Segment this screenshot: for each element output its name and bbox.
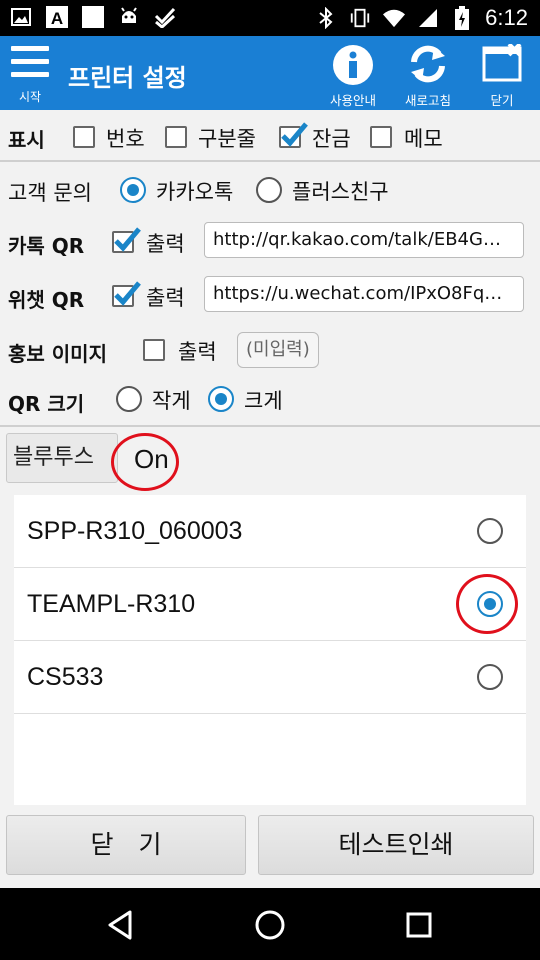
navigation-bar [0,888,540,960]
home-icon[interactable] [253,908,287,942]
list-item[interactable]: CS533 [14,641,526,714]
checkmark-icon [114,227,141,252]
divider [0,160,540,162]
qr-size-large-label: 크게 [244,389,283,413]
number-option-label: 번호 [106,127,145,151]
svg-text:A: A [51,9,63,28]
number-checkbox[interactable] [73,126,95,148]
bluetooth-icon [315,7,337,29]
balance-checkbox[interactable] [279,122,308,148]
square-icon [82,6,104,28]
wechat-qr-label: 위챗 QR [8,288,85,312]
checkmark-icon [281,122,308,147]
wechat-qr-print-label: 출력 [146,286,185,310]
qr-size-small-label: 작게 [152,389,191,413]
promo-image-label: 홍보 이미지 [8,342,107,366]
help-button[interactable]: 사용안내 [321,42,385,108]
device-list: SPP-R310_060003 TEAMPL-R310 CS533 [14,495,526,805]
list-item[interactable]: TEAMPL-R310 [14,568,526,641]
close-button[interactable]: 닫 기 [6,815,246,875]
highlight-circle [111,433,179,491]
promo-image-print-label: 출력 [178,340,217,364]
memo-checkbox[interactable] [370,126,392,148]
qr-size-small-radio[interactable] [116,386,142,412]
kakao-qr-print-label: 출력 [146,232,185,256]
signal-icon [417,7,439,29]
kakaotalk-radio[interactable] [120,177,146,203]
check-app-icon [154,6,176,28]
divider-line-option-label: 구분줄 [198,127,256,151]
wechat-qr-print-checkbox[interactable] [112,281,141,307]
kakao-qr-label: 카톡 QR [8,234,85,258]
info-icon [333,45,373,85]
menu-button[interactable]: 시작 [8,44,52,106]
device-name: TEAMPL-R310 [27,590,196,618]
image-icon [10,6,32,28]
kakao-qr-print-checkbox[interactable] [112,227,141,253]
list-item[interactable]: SPP-R310_060003 [14,495,526,568]
highlight-circle [456,574,518,634]
clock: 6:12 [485,5,528,30]
menu-label: 시작 [18,90,42,104]
promo-image-print-checkbox[interactable] [143,339,165,361]
qr-size-row: QR 크기 작게 크게 [0,376,540,426]
promo-image-select-button[interactable]: (미입력) [237,332,319,368]
memo-option-label: 메모 [404,127,443,151]
display-options-row: 표시 번호 구분줄 잔금 메모 [0,110,540,160]
battery-charging-icon [451,6,473,30]
device-name: CS533 [27,663,104,691]
back-icon[interactable] [104,908,138,942]
app-bar: 시작 프린터 설정 사용안내 새로고침 닫기 [0,36,540,110]
device-name: SPP-R310_060003 [27,517,243,545]
menu-icon [11,46,49,80]
refresh-icon [411,45,445,83]
a-icon: A [46,6,68,28]
promo-image-row: 홍보 이미지 출력 (미입력) [0,322,540,376]
device-radio[interactable] [477,518,503,544]
balance-option-label: 잔금 [312,127,351,151]
android-icon [118,6,140,28]
wechat-qr-url-field[interactable]: https://u.wechat.com/IPxO8Fq… [204,276,524,312]
divider [0,425,540,427]
qr-size-large-radio[interactable] [208,386,234,412]
plusfriend-option-label: 플러스친구 [292,180,389,204]
kakaotalk-option-label: 카카오톡 [156,180,234,204]
contact-row: 고객 문의 카카오톡 플러스친구 [0,164,540,214]
help-label: 사용안내 [329,93,376,108]
close-window-label: 닫기 [490,93,514,108]
kakao-qr-row: 카톡 QR 출력 http://qr.kakao.com/talk/EB4G… [0,214,540,268]
divider-line-checkbox[interactable] [165,126,187,148]
contact-label: 고객 문의 [8,181,92,205]
kakao-qr-url-field[interactable]: http://qr.kakao.com/talk/EB4G… [204,222,524,258]
page-title: 프린터 설정 [68,64,187,92]
close-window-button[interactable]: 닫기 [470,42,534,108]
bluetooth-button[interactable]: 블루투스 [6,433,118,483]
display-label: 표시 [8,128,45,152]
vibrate-icon [349,7,371,29]
refresh-label: 새로고침 [404,93,451,108]
status-bar: A 6:12 [0,0,540,36]
wifi-icon [383,7,406,29]
device-radio[interactable] [477,664,503,690]
wechat-qr-row: 위챗 QR 출력 https://u.wechat.com/IPxO8Fq… [0,268,540,322]
close-window-icon [482,44,522,82]
recents-icon[interactable] [402,908,436,942]
checkmark-icon [114,281,141,306]
plusfriend-radio[interactable] [256,177,282,203]
qr-size-label: QR 크기 [8,392,85,416]
refresh-button[interactable]: 새로고침 [396,42,460,108]
test-print-button[interactable]: 테스트인쇄 [258,815,534,875]
